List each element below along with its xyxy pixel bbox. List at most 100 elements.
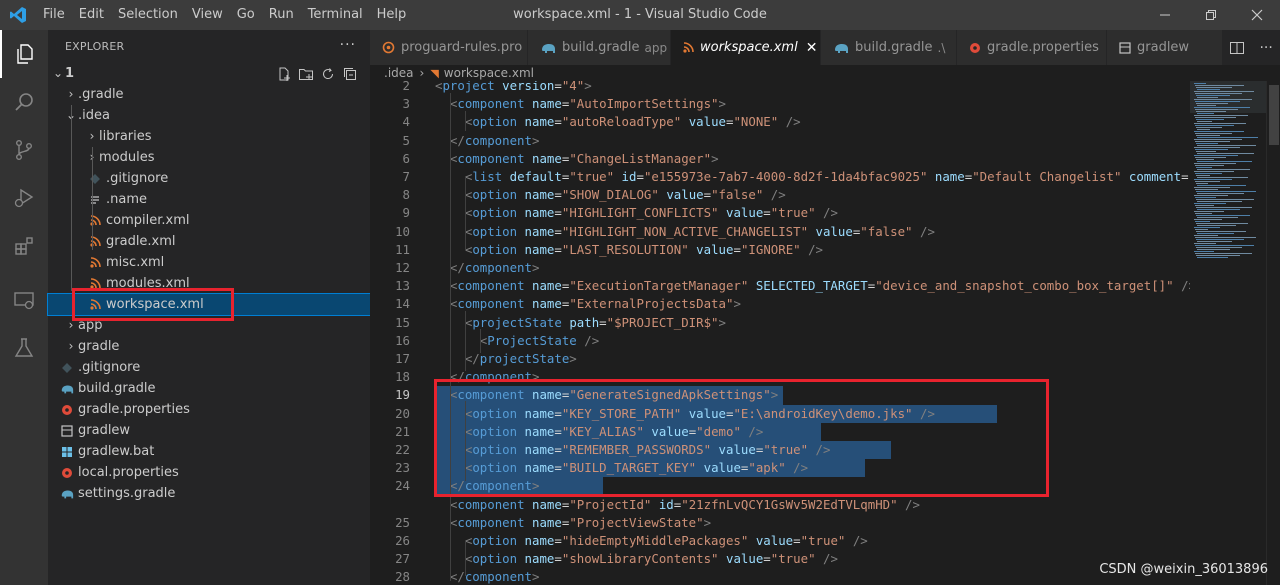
explorer-icon[interactable] xyxy=(0,30,48,78)
tree-item[interactable]: › app xyxy=(48,315,370,336)
extensions-icon[interactable] xyxy=(0,222,48,270)
code-line[interactable]: 21 <option name="KEY_ALIAS" value="demo"… xyxy=(370,423,1190,441)
tree-item[interactable]: local.properties xyxy=(48,462,370,483)
tree-item[interactable]: ›modules xyxy=(48,147,370,168)
code-line[interactable]: 14 <component name="ExternalProjectsData… xyxy=(370,295,1190,313)
tab-proguard-rules-pro[interactable]: proguard-rules.pro xyxy=(370,30,528,65)
code-line[interactable]: 20 <option name="KEY_STORE_PATH" value="… xyxy=(370,405,1190,423)
code-line[interactable]: 28 </component> xyxy=(370,568,1190,585)
menu-file[interactable]: File xyxy=(36,0,72,30)
tree-item[interactable]: compiler.xml xyxy=(48,210,370,231)
tree-item[interactable]: gradle.xml xyxy=(48,231,370,252)
editor-scrollbar[interactable] xyxy=(1266,81,1280,585)
code-line[interactable]: 27 <option name="showLibraryContents" va… xyxy=(370,550,1190,568)
tree-item[interactable]: gradlew.bat xyxy=(48,441,370,462)
refresh-icon[interactable] xyxy=(320,66,336,82)
minimap[interactable] xyxy=(1190,81,1266,585)
code-line[interactable]: 22 <option name="REMEMBER_PASSWORDS" val… xyxy=(370,441,1190,459)
code-line[interactable]: 16 <ProjectState /> xyxy=(370,332,1190,350)
code-line[interactable]: 15 <projectState path="$PROJECT_DIR$"> xyxy=(370,314,1190,332)
search-icon[interactable] xyxy=(0,78,48,126)
code-line[interactable]: 7 <list default="true" id="e155973e-7ab7… xyxy=(370,168,1190,186)
code-line[interactable]: 11 <option name="LAST_RESOLUTION" value=… xyxy=(370,241,1190,259)
new-file-icon[interactable] xyxy=(276,66,292,82)
minimap-line xyxy=(1197,89,1220,90)
source-control-icon[interactable] xyxy=(0,126,48,174)
minimap-line xyxy=(1194,211,1224,212)
code-line[interactable]: 25 <component name="ProjectViewState"> xyxy=(370,514,1190,532)
menu-selection[interactable]: Selection xyxy=(111,0,185,30)
remote-explorer-icon[interactable] xyxy=(0,276,48,324)
code-line[interactable]: 6 <component name="ChangeListManager"> xyxy=(370,150,1190,168)
tree-item[interactable]: › .gradle xyxy=(48,84,370,105)
testing-icon[interactable] xyxy=(0,324,48,372)
code-line[interactable]: 4 <option name="autoReloadType" value="N… xyxy=(370,113,1190,131)
code-editor[interactable]: 2 <project version="4"> 3 <component name=… xyxy=(370,81,1190,585)
tab-workspace-xml[interactable]: workspace.xml ✕ xyxy=(671,30,821,65)
tree-root[interactable]: ⌄ 1 xyxy=(48,63,370,84)
tree-item[interactable]: ⌄.idea xyxy=(48,105,370,126)
code-line[interactable]: 8 <option name="SHOW_DIALOG" value="fals… xyxy=(370,186,1190,204)
line-number: 2 xyxy=(402,81,410,93)
more-actions-icon[interactable]: ··· xyxy=(1259,40,1272,56)
code-line[interactable]: 12 </component> xyxy=(370,259,1190,277)
code-line[interactable]: 2 <project version="4"> xyxy=(370,81,1190,95)
tree-item-label: modules xyxy=(99,150,155,165)
tab-gradle-properties[interactable]: gradle.properties xyxy=(957,30,1107,65)
more-actions-icon[interactable]: ··· xyxy=(340,37,356,53)
tree-item[interactable]: › gradle xyxy=(48,336,370,357)
code-line[interactable]: <component name="ProjectId" id="21zfnLvQ… xyxy=(370,496,1190,514)
code-line[interactable]: 24 </component> xyxy=(370,477,1190,495)
code-line[interactable]: 26 <option name="hideEmptyMiddlePackages… xyxy=(370,532,1190,550)
menu-view[interactable]: View xyxy=(185,0,230,30)
tree-item[interactable]: workspace.xml xyxy=(47,293,371,316)
minimap-line xyxy=(1194,195,1228,196)
code-line[interactable]: 18 </component> xyxy=(370,368,1190,386)
breadcrumb-file[interactable]: workspace.xml xyxy=(444,66,534,80)
tree-item[interactable]: build.gradle xyxy=(48,378,370,399)
code-line[interactable]: 23 <option name="BUILD_TARGET_KEY" value… xyxy=(370,459,1190,477)
code-line[interactable]: 3 <component name="AutoImportSettings"> xyxy=(370,95,1190,113)
minimap-line xyxy=(1194,91,1254,92)
tree-item[interactable]: gradlew xyxy=(48,420,370,441)
tree-item[interactable]: modules.xml xyxy=(48,273,370,294)
menu-terminal[interactable]: Terminal xyxy=(301,0,370,30)
new-folder-icon[interactable] xyxy=(298,66,314,82)
minimap-line xyxy=(1195,253,1252,254)
vscode-logo-icon[interactable] xyxy=(0,0,36,30)
code-line[interactable]: 19 <component name="GenerateSignedApkSet… xyxy=(370,386,1190,404)
minimap-line xyxy=(1196,111,1226,112)
menu-edit[interactable]: Edit xyxy=(72,0,111,30)
code-line[interactable]: 5 </component> xyxy=(370,132,1190,150)
minimize-button[interactable] xyxy=(1142,0,1188,30)
tree-item-label: misc.xml xyxy=(106,255,165,270)
tree-item[interactable]: .name xyxy=(48,189,370,210)
tree-item[interactable]: .gitignore xyxy=(48,357,370,378)
scrollbar-thumb[interactable] xyxy=(1269,85,1279,145)
code-line[interactable]: 13 <component name="ExecutionTargetManag… xyxy=(370,277,1190,295)
tree-item[interactable]: gradle.properties xyxy=(48,399,370,420)
code-line[interactable]: 17 </projectState> xyxy=(370,350,1190,368)
tree-item[interactable]: .gitignore xyxy=(48,168,370,189)
tree-item[interactable]: settings.gradle xyxy=(48,483,370,504)
close-tab-icon[interactable]: ✕ xyxy=(806,40,818,56)
gear-red-icon xyxy=(60,399,74,420)
code-line[interactable]: 9 <option name="HIGHLIGHT_CONFLICTS" val… xyxy=(370,204,1190,222)
tree-item[interactable]: › libraries xyxy=(48,126,370,147)
menu-go[interactable]: Go xyxy=(230,0,262,30)
tab-build-gradle[interactable]: build.gradle app xyxy=(528,30,671,65)
breadcrumb-folder[interactable]: .idea xyxy=(384,66,414,80)
close-window-button[interactable] xyxy=(1234,0,1280,30)
tree-item[interactable]: misc.xml xyxy=(48,252,370,273)
line-number: 28 xyxy=(395,569,410,585)
collapse-all-icon[interactable] xyxy=(342,66,358,82)
tab-gradlew[interactable]: gradlew xyxy=(1107,30,1224,65)
code-line[interactable]: 10 <option name="HIGHLIGHT_NON_ACTIVE_CH… xyxy=(370,223,1190,241)
menu-run[interactable]: Run xyxy=(262,0,301,30)
menu-help[interactable]: Help xyxy=(370,0,414,30)
tab-build-gradle[interactable]: build.gradle .\ xyxy=(821,30,957,65)
split-editor-icon[interactable] xyxy=(1229,40,1245,56)
maximize-button[interactable] xyxy=(1188,0,1234,30)
run-debug-icon[interactable] xyxy=(0,174,48,222)
minimap-line xyxy=(1196,183,1208,184)
